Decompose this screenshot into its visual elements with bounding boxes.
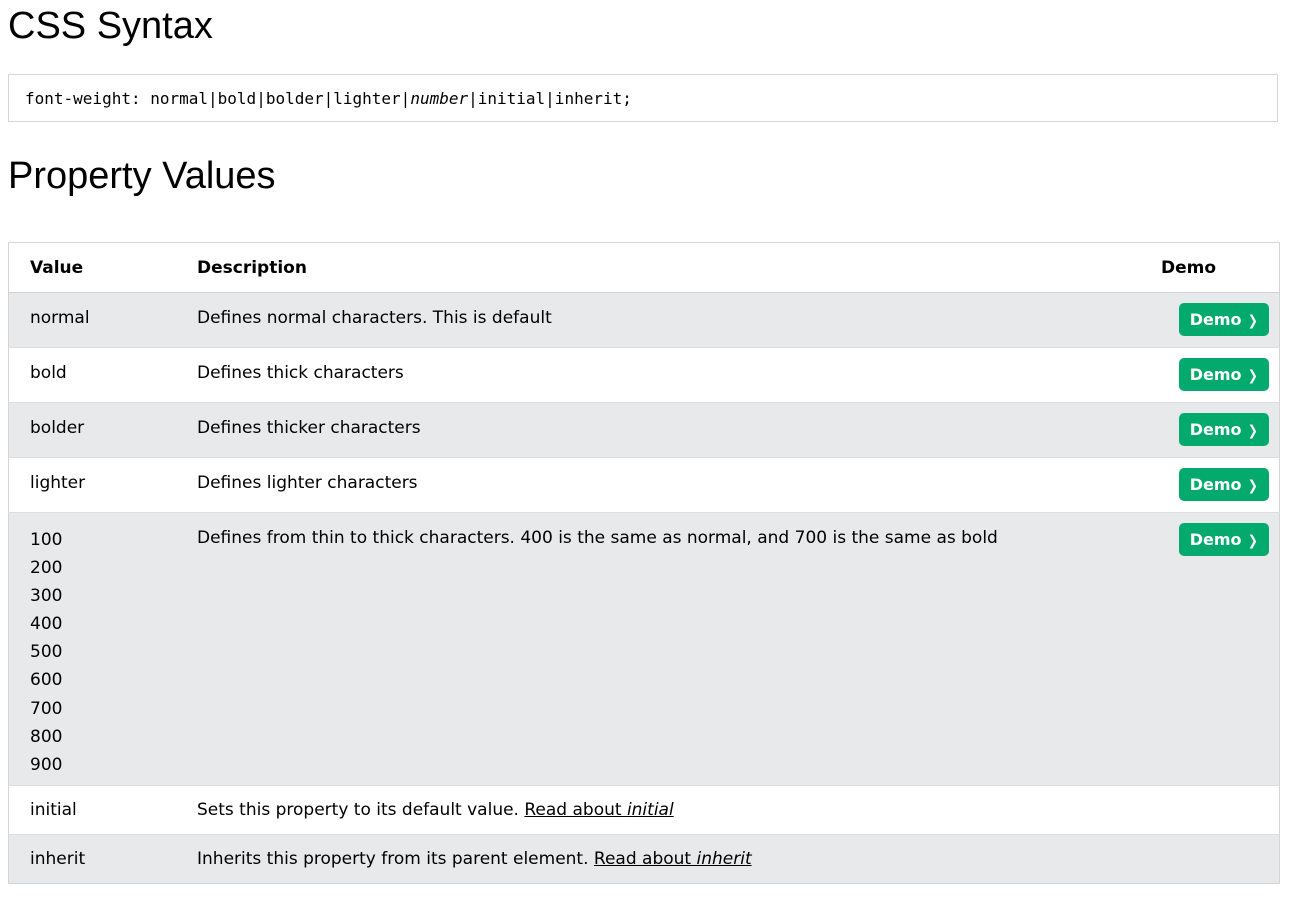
demo-button-label: Demo xyxy=(1189,420,1242,439)
number-value: 900 xyxy=(30,754,63,775)
column-header-demo: Demo xyxy=(1151,242,1280,293)
table-row: initial Sets this property to its defaul… xyxy=(8,785,1280,835)
table-row: 100 200 300 400 500 600 700 800 900 Defi… xyxy=(8,512,1280,786)
description-plain: Inherits this property from its parent e… xyxy=(197,849,594,869)
read-about-inherit-link[interactable]: Read about inherit xyxy=(594,849,752,869)
value-text: bolder xyxy=(30,418,85,438)
demo-cell: Demo ❯ xyxy=(1151,512,1280,786)
syntax-heading: CSS Syntax xyxy=(8,5,213,47)
table-row: normal Defines normal characters. This i… xyxy=(8,292,1280,348)
demo-button-bold[interactable]: Demo ❯ xyxy=(1179,358,1269,391)
description-cell: Inherits this property from its parent e… xyxy=(197,834,1151,884)
demo-button-numbers[interactable]: Demo ❯ xyxy=(1179,523,1269,556)
demo-cell-empty xyxy=(1151,834,1280,884)
table-row: bold Defines thick characters Demo ❯ xyxy=(8,347,1280,403)
table-header-row: Value Description Demo xyxy=(8,242,1280,293)
number-value: 800 xyxy=(30,726,63,747)
syntax-code-number: number xyxy=(410,89,469,108)
demo-button-normal[interactable]: Demo ❯ xyxy=(1179,303,1269,336)
value-cell: bold xyxy=(8,347,197,403)
value-cell: inherit xyxy=(8,834,197,884)
read-about-initial-link[interactable]: Read about initial xyxy=(524,800,673,820)
demo-cell: Demo ❯ xyxy=(1151,292,1280,348)
property-values-heading: Property Values xyxy=(8,155,276,197)
description-text: Defines lighter characters xyxy=(197,473,418,493)
description-text: Defines thick characters xyxy=(197,363,404,383)
description-text: Defines thicker characters xyxy=(197,418,421,438)
number-value: 200 xyxy=(30,558,63,579)
description-text: Defines normal characters. This is defau… xyxy=(197,308,552,328)
value-cell: 100 200 300 400 500 600 700 800 900 xyxy=(8,512,197,786)
table-row: lighter Defines lighter characters Demo ❯ xyxy=(8,457,1280,513)
value-cell: lighter xyxy=(8,457,197,513)
demo-button-label: Demo xyxy=(1189,530,1242,549)
table-row: inherit Inherits this property from its … xyxy=(8,834,1280,884)
description-cell: Defines lighter characters xyxy=(197,457,1151,513)
description-text: Inherits this property from its parent e… xyxy=(197,835,1151,870)
chevron-right-icon: ❯ xyxy=(1247,368,1258,384)
value-text: inherit xyxy=(30,849,86,869)
description-cell: Defines thick characters xyxy=(197,347,1151,403)
description-cell: Sets this property to its default value.… xyxy=(197,785,1151,835)
value-text: lighter xyxy=(30,473,86,493)
column-header-value: Value xyxy=(8,242,197,293)
value-text: normal xyxy=(30,308,90,328)
property-values-table: Value Description Demo normal Defines no… xyxy=(8,242,1280,884)
description-text: Sets this property to its default value.… xyxy=(197,786,1151,821)
syntax-code-suffix: |initial|inherit; xyxy=(468,89,632,108)
chevron-right-icon: ❯ xyxy=(1247,478,1258,494)
value-cell: initial xyxy=(8,785,197,835)
link-text: Read about xyxy=(593,849,697,869)
table-row: bolder Defines thicker characters Demo ❯ xyxy=(8,402,1280,458)
column-header-description: Description xyxy=(197,242,1151,293)
link-keyword: initial xyxy=(626,800,674,820)
description-cell: Defines from thin to thick characters. 4… xyxy=(197,512,1151,786)
demo-cell: Demo ❯ xyxy=(1151,402,1280,458)
description-text: Defines from thin to thick characters. 4… xyxy=(197,528,998,548)
number-value: 600 xyxy=(30,670,63,691)
number-value: 500 xyxy=(30,642,63,663)
value-cell: normal xyxy=(8,292,197,348)
chevron-right-icon: ❯ xyxy=(1247,533,1258,549)
demo-button-label: Demo xyxy=(1189,365,1242,384)
value-text: bold xyxy=(30,363,67,383)
syntax-code-prefix: font-weight: normal|bold|bolder|lighter| xyxy=(25,89,411,108)
syntax-code-box: font-weight: normal|bold|bolder|lighter|… xyxy=(8,74,1278,122)
chevron-right-icon: ❯ xyxy=(1247,423,1258,439)
page: { "syntax": { "heading": "CSS Syntax", "… xyxy=(0,0,1289,903)
number-value: 300 xyxy=(30,586,63,607)
description-cell: Defines thicker characters xyxy=(197,402,1151,458)
demo-button-label: Demo xyxy=(1189,310,1242,329)
demo-button-label: Demo xyxy=(1189,475,1242,494)
demo-cell: Demo ❯ xyxy=(1151,347,1280,403)
link-keyword: inherit xyxy=(696,849,752,869)
number-value: 400 xyxy=(30,614,63,635)
demo-cell: Demo ❯ xyxy=(1151,457,1280,513)
number-value: 700 xyxy=(30,698,63,719)
demo-button-bolder[interactable]: Demo ❯ xyxy=(1179,413,1269,446)
number-values-list: 100 200 300 400 500 600 700 800 900 xyxy=(30,513,197,779)
chevron-right-icon: ❯ xyxy=(1247,313,1258,329)
value-cell: bolder xyxy=(8,402,197,458)
demo-button-lighter[interactable]: Demo ❯ xyxy=(1179,468,1269,501)
number-value: 100 xyxy=(30,530,63,550)
link-text: Read about xyxy=(524,800,627,820)
demo-cell-empty xyxy=(1151,785,1280,835)
value-text: initial xyxy=(30,800,77,820)
description-cell: Defines normal characters. This is defau… xyxy=(197,292,1151,348)
description-plain: Sets this property to its default value. xyxy=(197,800,525,820)
